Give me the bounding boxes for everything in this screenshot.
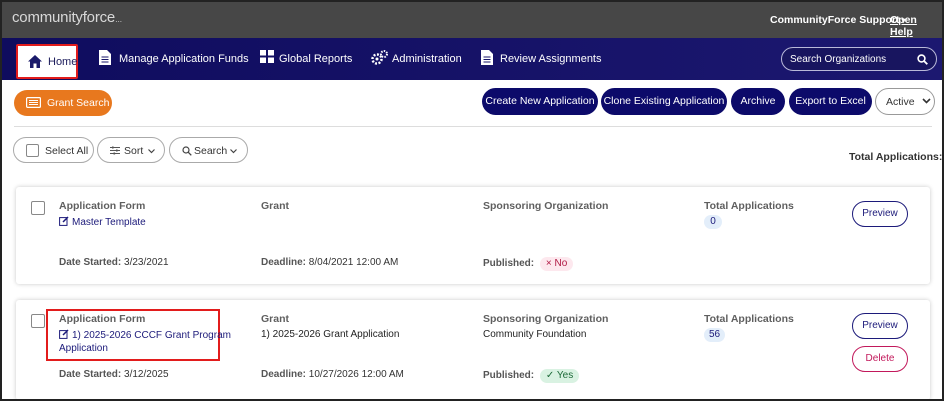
search-icon (182, 146, 192, 156)
published-status: Published: ✓ Yes (483, 369, 580, 383)
search-icon[interactable] (917, 54, 928, 65)
nav-home-label: Home (48, 56, 78, 68)
total-applications-count: Total Applications: 7 (849, 151, 944, 163)
nav-label: Review Assignments (500, 53, 602, 65)
application-form-link[interactable]: 1) 2025-2026 CCCF Grant Program Applicat… (59, 329, 231, 355)
list-icon (26, 97, 41, 108)
sort-label: Sort (124, 145, 144, 157)
published-label: Published: (483, 258, 535, 269)
date-started-label: Date Started: (59, 369, 122, 380)
sliders-icon (110, 146, 120, 155)
main-nav: Home Manage Application Funds Global Rep… (2, 38, 942, 80)
row-checkbox[interactable] (31, 314, 45, 328)
deadline: Deadline: 10/27/2026 12:00 AM (261, 369, 404, 380)
app-window: communityforce... CommunityForce Support… (0, 0, 944, 401)
select-all-label: Select All (45, 145, 89, 157)
select-all-checkbox[interactable] (26, 144, 39, 157)
published-yes-badge: ✓ Yes (539, 369, 580, 383)
date-started-value: 3/12/2025 (124, 369, 169, 380)
total-applications-badge: 56 (704, 328, 726, 342)
top-bar: communityforce... CommunityForce Support… (2, 2, 942, 38)
grant-search-label: Grant Search (47, 97, 110, 109)
clone-existing-application-button[interactable]: Clone Existing Application (601, 88, 727, 115)
status-select[interactable]: Active (875, 88, 935, 115)
export-to-excel-button[interactable]: Export to Excel (789, 88, 872, 115)
column-header-sponsoring-organization: Sponsoring Organization (483, 200, 609, 212)
row-checkbox[interactable] (31, 201, 45, 215)
preview-button[interactable]: Preview (852, 313, 908, 339)
nav-home-tab[interactable]: Home (16, 44, 78, 79)
chevron-down-icon (230, 149, 237, 154)
application-form-name: Master Template (72, 217, 146, 228)
date-started: Date Started: 3/12/2025 (59, 369, 169, 380)
date-started: Date Started: 3/23/2021 (59, 257, 169, 268)
published-value: Yes (556, 370, 574, 381)
column-header-application-form: Application Form (59, 200, 146, 212)
search-dropdown[interactable]: Search (169, 137, 248, 163)
chevron-down-icon (922, 98, 931, 104)
deadline-value: 10/27/2026 12:00 AM (308, 369, 404, 380)
logo-dots: ... (115, 14, 122, 24)
column-header-sponsoring-organization: Sponsoring Organization (483, 313, 609, 325)
grant-value: 1) 2025-2026 Grant Application (261, 329, 400, 340)
x-icon: × (545, 258, 552, 269)
deadline-label: Deadline: (261, 257, 307, 268)
home-icon (28, 55, 42, 68)
deadline: Deadline: 8/04/2021 12:00 AM (261, 257, 398, 268)
published-no-badge: × No (539, 257, 574, 271)
nav-label: Global Reports (279, 53, 353, 65)
total-applications-badge: 0 (704, 215, 722, 229)
logo-text-prefix: community (12, 9, 83, 26)
nav-label: Manage Application Funds (119, 53, 249, 65)
archive-button[interactable]: Archive (731, 88, 785, 115)
application-form-name-line2: Application (59, 343, 108, 354)
logo-text-suffix: force (82, 9, 116, 26)
search-organizations-input[interactable] (790, 51, 914, 67)
column-header-grant: Grant (261, 313, 290, 325)
published-label: Published: (483, 370, 535, 381)
date-started-label: Date Started: (59, 257, 122, 268)
document-icon (99, 50, 111, 65)
toolbar-divider (14, 126, 932, 127)
date-started-value: 3/23/2021 (124, 257, 169, 268)
delete-button[interactable]: Delete (852, 346, 908, 372)
sort-dropdown[interactable]: Sort (97, 137, 165, 163)
grid-icon (260, 50, 274, 63)
search-label: Search (194, 145, 228, 157)
preview-button[interactable]: Preview (852, 201, 908, 227)
application-form-name-line1: 1) 2025-2026 CCCF Grant Program (72, 330, 231, 341)
application-form-link[interactable]: Master Template (59, 216, 146, 228)
chevron-down-icon (148, 149, 155, 154)
select-all-control[interactable]: Select All (13, 137, 94, 163)
deadline-value: 8/04/2021 12:00 AM (308, 257, 399, 268)
open-help-link[interactable]: Open Help (890, 14, 942, 38)
communityforce-logo[interactable]: communityforce... (12, 9, 122, 26)
application-card: Application Form Master Template Grant S… (16, 187, 930, 284)
support-label: CommunityForce Support (770, 14, 900, 26)
edit-icon (59, 216, 69, 226)
edit-icon (59, 329, 69, 339)
column-header-total-applications: Total Applications (704, 200, 794, 212)
support-menu[interactable]: CommunityForce Support ▾ (770, 14, 906, 26)
checkmark-icon: ✓ (545, 370, 555, 381)
column-header-grant: Grant (261, 200, 290, 212)
document-icon (481, 50, 493, 65)
published-value: No (554, 258, 568, 269)
column-header-application-form: Application Form (59, 313, 146, 325)
sponsoring-organization-value: Community Foundation (483, 329, 587, 340)
search-organizations (781, 47, 937, 71)
deadline-label: Deadline: (261, 369, 307, 380)
grant-search-button[interactable]: Grant Search (14, 90, 112, 116)
application-card: Application Form 1) 2025-2026 CCCF Grant… (16, 300, 930, 399)
column-header-total-applications: Total Applications (704, 313, 794, 325)
published-status: Published: × No (483, 257, 574, 271)
create-new-application-button[interactable]: Create New Application (482, 88, 598, 115)
status-select-value: Active (886, 96, 915, 108)
gears-icon (371, 50, 388, 65)
nav-label: Administration (392, 53, 462, 65)
